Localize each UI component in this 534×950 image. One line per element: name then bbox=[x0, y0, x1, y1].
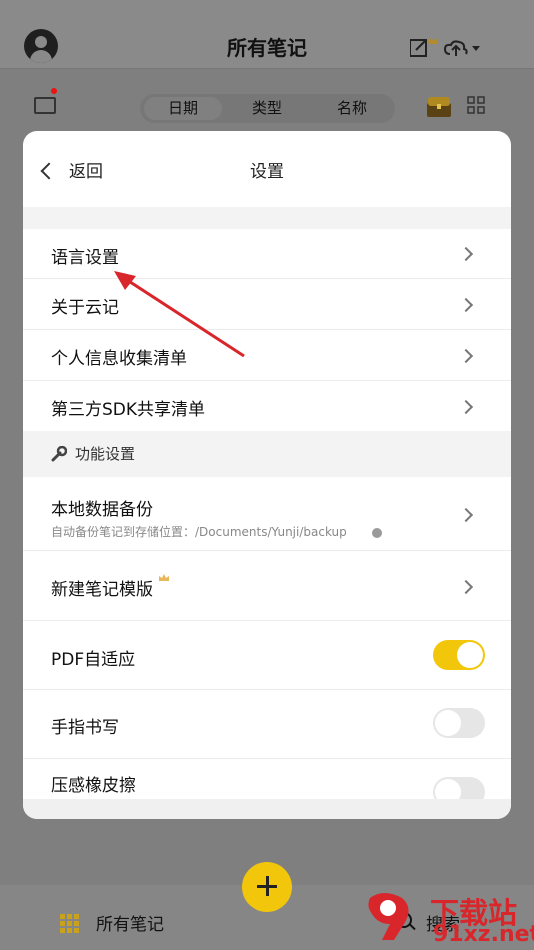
finger-writing-row: 手指书写 bbox=[23, 690, 511, 759]
pdf-adaptive-row: PDF自适应 bbox=[23, 621, 511, 690]
dialog-header: 返回 设置 bbox=[23, 131, 511, 207]
backup-path: 自动备份笔记到存储位置：/Documents/Yunji/backup bbox=[51, 525, 347, 539]
info-icon[interactable] bbox=[372, 528, 382, 538]
divider bbox=[0, 68, 534, 69]
row-label: PDF自适应 bbox=[51, 650, 136, 670]
crown-icon bbox=[428, 38, 438, 44]
note-template-row[interactable]: 新建笔记模版 bbox=[23, 551, 511, 621]
row-label: 压感橡皮擦 bbox=[51, 776, 136, 796]
language-settings-row[interactable]: 语言设置 bbox=[23, 229, 511, 279]
settings-dialog: 返回 设置 语言设置 关于云记 个人信息收集清单 第三方SDK共享清单 功能设置… bbox=[23, 131, 511, 819]
row-label: 手指书写 bbox=[51, 718, 119, 738]
local-backup-row[interactable]: 本地数据备份 自动备份笔记到存储位置：/Documents/Yunji/back… bbox=[23, 477, 511, 551]
crown-icon bbox=[159, 574, 169, 581]
section-gap bbox=[23, 207, 511, 229]
tab-date[interactable]: 日期 bbox=[168, 97, 198, 118]
row-label: 关于云记 bbox=[51, 298, 119, 318]
finger-writing-toggle[interactable] bbox=[433, 708, 485, 738]
chevron-right-icon bbox=[458, 246, 474, 262]
row-label: 新建笔记模版 bbox=[51, 580, 153, 600]
edit-icon[interactable] bbox=[410, 39, 427, 57]
toolbar-row: 日期 类型 名称 bbox=[0, 88, 534, 128]
dialog-footer bbox=[23, 799, 511, 819]
personal-info-list-row[interactable]: 个人信息收集清单 bbox=[23, 330, 511, 381]
third-party-sdk-row[interactable]: 第三方SDK共享清单 bbox=[23, 381, 511, 431]
chevron-down-icon[interactable] bbox=[472, 46, 480, 51]
cloud-upload-icon[interactable] bbox=[443, 40, 468, 56]
top-actions bbox=[410, 38, 480, 57]
dialog-title: 设置 bbox=[250, 162, 284, 182]
notes-grid-icon[interactable] bbox=[60, 914, 80, 934]
grid-view-icon[interactable] bbox=[467, 96, 485, 114]
chevron-right-icon bbox=[458, 348, 474, 364]
pdf-adaptive-toggle[interactable] bbox=[433, 640, 485, 670]
about-yunji-row[interactable]: 关于云记 bbox=[23, 279, 511, 330]
chevron-right-icon bbox=[458, 399, 474, 415]
wrench-icon bbox=[51, 446, 67, 462]
top-app-bar: 所有笔记 bbox=[0, 0, 534, 68]
annotation-arrow bbox=[114, 271, 245, 358]
row-label: 语言设置 bbox=[51, 248, 119, 268]
tab-type[interactable]: 类型 bbox=[252, 97, 282, 118]
treasure-chest-icon[interactable] bbox=[426, 95, 452, 119]
chevron-right-icon bbox=[458, 579, 474, 595]
chevron-right-icon bbox=[458, 507, 474, 523]
notification-dot bbox=[51, 88, 57, 94]
all-notes-tab[interactable]: 所有笔记 bbox=[96, 910, 164, 935]
tab-name[interactable]: 名称 bbox=[337, 97, 367, 118]
mail-icon[interactable] bbox=[34, 97, 56, 114]
section-header: 功能设置 bbox=[23, 431, 511, 477]
chevron-right-icon bbox=[458, 297, 474, 313]
row-label: 本地数据备份 bbox=[51, 500, 153, 520]
row-label: 第三方SDK共享清单 bbox=[51, 400, 206, 420]
watermark-url: 91xz.net bbox=[433, 922, 534, 947]
section-label: 功能设置 bbox=[75, 445, 136, 463]
add-note-button[interactable] bbox=[242, 862, 292, 912]
